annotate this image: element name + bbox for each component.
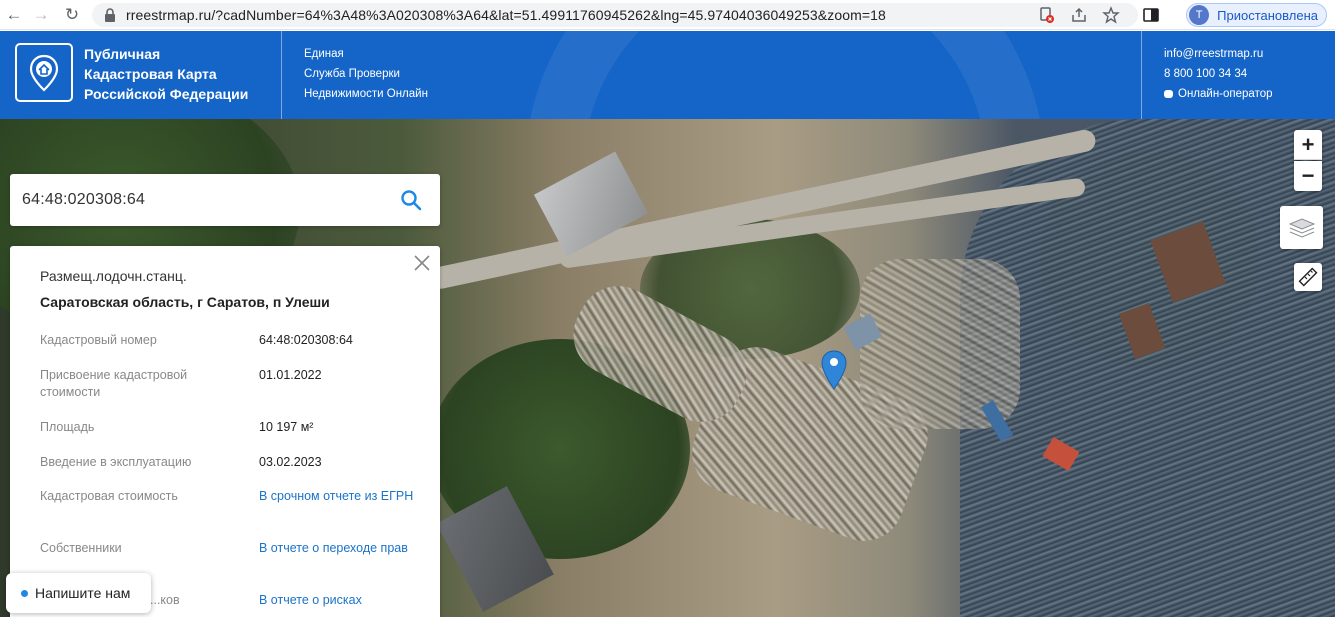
row-value: 01.01.2022 <box>259 368 322 382</box>
online-operator-link[interactable]: Онлайн-оператор <box>1164 84 1273 104</box>
side-panel-icon[interactable] <box>1142 6 1160 24</box>
header-divider <box>281 31 282 119</box>
lock-icon[interactable] <box>104 8 116 22</box>
email-link[interactable]: info@rreestrmap.ru <box>1164 44 1273 64</box>
address-bar[interactable]: rreestrmap.ru/?cadNumber=64%3A48%3A02030… <box>92 3 1138 27</box>
profile-status: Приостановлена <box>1217 7 1318 23</box>
row-value: 03.02.2023 <box>259 455 322 469</box>
contact-block: info@rreestrmap.ru 8 800 100 34 34 Онлай… <box>1164 44 1273 104</box>
site-brand[interactable]: Публичная Кадастровая Карта Российской Ф… <box>84 44 248 104</box>
map-pin-house-icon <box>29 54 59 91</box>
search-icon[interactable] <box>400 189 422 211</box>
layers-icon <box>1288 217 1315 238</box>
brand-line: Публичная <box>84 46 161 62</box>
blocked-content-icon[interactable] <box>1038 6 1056 24</box>
close-icon[interactable] <box>413 254 431 272</box>
operator-label: Онлайн-оператор <box>1178 88 1273 100</box>
chat-bubble-icon <box>1164 90 1173 98</box>
zoom-in-button[interactable]: + <box>1294 130 1322 160</box>
risks-link[interactable]: В отчете о рисках <box>259 592 429 609</box>
avatar: T <box>1189 5 1210 25</box>
row-label: Присвоение кадастровой стоимости <box>40 368 188 399</box>
phone-link[interactable]: 8 800 100 34 34 <box>1164 64 1273 84</box>
row-value: 64:48:020308:64 <box>259 333 353 347</box>
site-logo[interactable] <box>15 43 73 102</box>
brand-line: Российской Федерации <box>84 86 249 102</box>
browser-toolbar: ← → ↻ rreestrmap.ru/?cadNumber=64%3A48%3… <box>0 0 1335 30</box>
row-label: Собственники <box>40 541 122 555</box>
share-icon[interactable] <box>1070 6 1088 24</box>
chat-widget-button[interactable]: Напишите нам <box>6 573 151 613</box>
cadastral-search-input[interactable]: 64:48:020308:64 <box>10 174 440 226</box>
chat-label: Напишите нам <box>35 585 131 601</box>
object-info-panel: Размещ.лодочн.станц. Саратовская область… <box>10 246 440 617</box>
object-type: Размещ.лодочн.станц. <box>40 268 187 284</box>
browser-actions: T Приостановлена <box>1038 3 1327 27</box>
service-line: Служба Проверки <box>304 68 400 80</box>
layers-button[interactable] <box>1280 206 1323 249</box>
back-icon[interactable]: ← <box>2 3 26 27</box>
reload-icon[interactable]: ↻ <box>60 3 84 27</box>
measure-button[interactable] <box>1294 263 1322 291</box>
object-address: Саратовская область, г Саратов, п Улеши <box>40 294 330 310</box>
brand-line: Кадастровая Карта <box>84 66 217 82</box>
search-value[interactable]: 64:48:020308:64 <box>22 191 145 209</box>
service-title: Единая Служба Проверки Недвижимости Онла… <box>304 44 428 104</box>
location-marker-icon[interactable] <box>821 350 847 390</box>
online-status-icon <box>21 589 28 597</box>
bookmark-star-icon[interactable] <box>1102 6 1121 24</box>
site-header: Публичная Кадастровая Карта Российской Ф… <box>0 31 1335 119</box>
service-line: Недвижимости Онлайн <box>304 88 428 100</box>
cadastral-value-link[interactable]: В срочном отчете из ЕГРН <box>259 488 429 505</box>
profile-button[interactable]: T Приостановлена <box>1186 3 1327 27</box>
header-divider <box>1141 31 1142 119</box>
header-decoration <box>525 31 1045 119</box>
row-label: Кадастровый номер <box>40 333 157 347</box>
row-label: Введение в эксплуатацию <box>40 455 192 469</box>
owners-link[interactable]: В отчете о переходе прав <box>259 540 429 557</box>
map-parking-lot <box>860 259 1020 429</box>
ruler-icon <box>1298 267 1318 287</box>
row-label: Кадастровая стоимость <box>40 489 178 503</box>
url-text[interactable]: rreestrmap.ru/?cadNumber=64%3A48%3A02030… <box>126 7 886 23</box>
service-line: Единая <box>304 48 344 60</box>
row-value: 10 197 м² <box>259 420 314 434</box>
zoom-out-button[interactable]: − <box>1294 161 1322 191</box>
forward-icon[interactable]: → <box>29 3 53 27</box>
row-label: Площадь <box>40 420 95 434</box>
